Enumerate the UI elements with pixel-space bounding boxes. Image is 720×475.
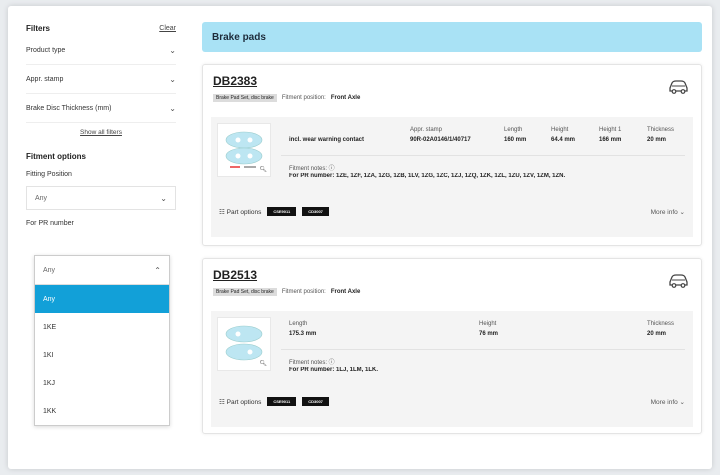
spec-value: 64.4 mm	[551, 137, 576, 143]
divider	[281, 155, 685, 156]
product-card: DB2383 Brake Pad Set, disc brake Fitment…	[202, 64, 702, 246]
filter-label: Brake Disc Thickness (mm)	[26, 104, 112, 112]
pr-option-1ki[interactable]: 1KI	[35, 341, 169, 369]
clear-filters-link[interactable]: Clear	[159, 25, 176, 32]
fitment-notes-label: Fitment notes: ⓘ	[289, 166, 335, 172]
filter-product-type[interactable]: Product type ⌄	[26, 36, 176, 65]
part-option-button[interactable]: CSE9011	[267, 397, 297, 406]
fitting-position-select[interactable]: Any ⌄	[26, 186, 176, 210]
pr-number-dropdown[interactable]: Any ⌃ Any 1KE 1KI 1KJ 1KK	[34, 255, 170, 426]
spec-header: Thickness	[647, 127, 675, 133]
page: Filters Clear Product type ⌄ Appr. stamp…	[8, 6, 712, 469]
spec-header: Length	[504, 127, 523, 133]
product-code-link[interactable]: DB2383	[213, 74, 257, 88]
pr-number-value: Any	[43, 266, 56, 274]
part-options: ☷ Part options CSE9011 CD3007	[219, 397, 329, 406]
chevron-down-icon: ⌄	[169, 74, 176, 84]
more-info-link[interactable]: More info ⌄	[651, 398, 685, 406]
spec-header: Height	[551, 127, 569, 133]
spec-value: 90R-02A0146/1/40717	[410, 137, 471, 143]
fitment-notes-text: For PR number: 1ZE, 1ZF, 1ZA, 1ZG, 1ZB, …	[289, 173, 566, 179]
chevron-down-icon: ⌄	[169, 103, 176, 113]
pr-number-label: For PR number	[26, 220, 74, 227]
filter-appr-stamp[interactable]: Appr. stamp ⌄	[26, 65, 176, 94]
product-code-link[interactable]: DB2513	[213, 268, 257, 282]
spec-header: Length	[289, 321, 308, 327]
part-options-label[interactable]: ☷ Part options	[219, 398, 261, 406]
filter-label: Product type	[26, 46, 66, 54]
part-options-text: Part options	[226, 398, 262, 406]
product-card: DB2513 Brake Pad Set, disc brake Fitment…	[202, 258, 702, 434]
spec-value: 166 mm	[599, 137, 622, 143]
pr-option-1kk[interactable]: 1KK	[35, 397, 169, 425]
chevron-up-icon: ⌃	[154, 265, 161, 275]
pr-option-any[interactable]: Any	[35, 285, 169, 313]
pr-number-select[interactable]: Any ⌃	[35, 256, 169, 285]
fitting-position-value: Any	[35, 194, 48, 202]
divider	[281, 349, 685, 350]
zoom-icon[interactable]: 🔍︎	[259, 166, 267, 173]
fitment-position-label: Fitment position:	[281, 95, 326, 101]
pr-option-1kj[interactable]: 1KJ	[35, 369, 169, 397]
fitment-position-value: Front Axle	[330, 289, 361, 295]
spec-value: 20 mm	[647, 137, 667, 143]
car-icon	[669, 80, 688, 94]
part-options-text: Part options	[226, 208, 262, 216]
product-tags: Brake Pad Set, disc brake Fitment positi…	[213, 288, 360, 296]
product-type-tag: Brake Pad Set, disc brake	[213, 94, 277, 102]
spec-value: 76 mm	[479, 331, 499, 337]
fitment-position-value: Front Axle	[330, 95, 361, 101]
show-all-filters-link[interactable]: Show all filters	[26, 129, 176, 136]
fitment-options-title: Fitment options	[26, 152, 86, 161]
filter-disc-thickness[interactable]: Brake Disc Thickness (mm) ⌄	[26, 94, 176, 123]
more-info-link[interactable]: More info ⌄	[651, 208, 685, 216]
pr-option-1ke[interactable]: 1KE	[35, 313, 169, 341]
chevron-down-icon: ⌄	[160, 193, 167, 203]
filters-header: Filters Clear	[26, 20, 176, 36]
fitment-notes-label: Fitment notes: ⓘ	[289, 360, 335, 366]
fitment-position-label: Fitment position:	[281, 289, 326, 295]
spec-value: 160 mm	[504, 137, 527, 143]
part-option-button[interactable]: CD3007	[302, 207, 329, 216]
product-image[interactable]: 🔍︎	[217, 123, 271, 177]
spec-header: Appr. stamp	[410, 127, 443, 133]
filters-title: Filters	[26, 23, 51, 33]
product-details: 🔍︎ Appr. stamp Length Height Height 1 Th…	[211, 117, 693, 237]
main-content: Brake pads DB2383 Brake Pad Set, disc br…	[202, 22, 702, 434]
spec-value: 20 mm	[647, 331, 667, 337]
product-image[interactable]: 🔍︎	[217, 317, 271, 371]
part-options: ☷ Part options CSE9011 CD3007	[219, 207, 329, 216]
feature-text: incl. wear warning contact	[289, 137, 365, 143]
spec-header: Height 1	[599, 127, 622, 133]
product-type-tag: Brake Pad Set, disc brake	[213, 288, 277, 296]
filter-label: Appr. stamp	[26, 75, 64, 83]
page-title: Brake pads	[202, 22, 702, 52]
part-option-button[interactable]: CD3007	[302, 397, 329, 406]
spec-header: Thickness	[647, 321, 675, 327]
product-details: 🔍︎ Length Height Thickness 175.3 mm 76 m…	[211, 311, 693, 427]
fitting-position-label: Fitting Position	[26, 171, 72, 178]
zoom-icon[interactable]: 🔍︎	[259, 360, 267, 367]
part-option-button[interactable]: CSE9011	[267, 207, 297, 216]
spec-value: 175.3 mm	[289, 331, 317, 337]
product-tags: Brake Pad Set, disc brake Fitment positi…	[213, 94, 360, 102]
spec-header: Height	[479, 321, 497, 327]
filters-sidebar: Filters Clear Product type ⌄ Appr. stamp…	[26, 20, 176, 227]
fitment-notes-text: For PR number: 1LJ, 1LM, 1LK.	[289, 367, 379, 373]
chevron-down-icon: ⌄	[169, 45, 176, 55]
part-options-label[interactable]: ☷ Part options	[219, 208, 261, 216]
car-icon	[669, 274, 688, 288]
